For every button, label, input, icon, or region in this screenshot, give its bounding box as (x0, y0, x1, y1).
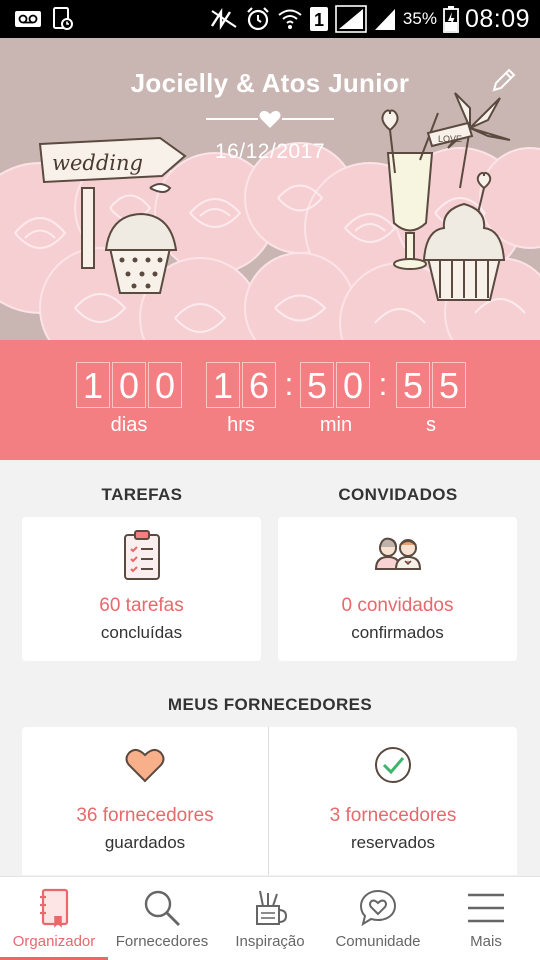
vendors-title: MEUS FORNECEDORES (167, 695, 373, 714)
countdown-days-digit: 1 (76, 362, 110, 408)
clock: 08:09 (464, 4, 530, 33)
countdown-days-label: dias (110, 414, 148, 436)
countdown-separator: : (284, 366, 294, 402)
alarm-icon (245, 6, 271, 32)
countdown-days-digit: 0 (112, 362, 146, 408)
heart-divider (206, 110, 334, 128)
countdown-seconds-digit: 5 (396, 362, 430, 408)
couple-name: Jocielly & Atos Junior (130, 68, 410, 98)
saved-vendors-count: 36 fornecedores (76, 805, 214, 826)
guests-count: 0 convidados (341, 595, 454, 616)
countdown-hours-digit: 1 (206, 362, 240, 408)
nav-mais[interactable]: Mais (432, 877, 540, 960)
saved-vendors[interactable]: 36 fornecedores guardados (22, 727, 268, 875)
signal-icon (335, 5, 367, 33)
tasks-count: 60 tarefas (99, 595, 184, 616)
countdown-minutes-digit: 5 (300, 362, 334, 408)
chat-heart-icon (359, 889, 397, 927)
menu-icon (468, 893, 504, 923)
wifi-icon (277, 7, 303, 31)
status-bar: 1 35% 08:09 (0, 0, 540, 38)
countdown-seconds-digit: 5 (432, 362, 466, 408)
nav-comunidade[interactable]: Comunidade (324, 877, 432, 960)
nav-organizador[interactable]: Organizador (0, 877, 108, 960)
signal-icon-2 (373, 6, 397, 32)
vendors-card: 36 fornecedores guardados 3 fornecedores… (22, 727, 517, 875)
countdown: 1 0 0 dias 1 6 : hrs 5 0 : min 5 5 s (0, 340, 540, 460)
nav-label: Inspiração (235, 933, 305, 950)
notebook-icon (40, 888, 69, 928)
battery-charging-icon (443, 5, 459, 33)
countdown-separator: : (378, 366, 388, 402)
guests-card[interactable]: 0 convidados confirmados (278, 517, 517, 661)
nav-inspiracao[interactable]: Inspiração (216, 877, 324, 960)
heart-icon (125, 749, 165, 783)
wedding-header: wedding LOVE Jocielly & Atos Junior 16/1… (0, 38, 540, 340)
nfc-muted-icon (209, 8, 239, 30)
wedding-date: 16/12/2017 (214, 140, 326, 163)
booked-vendors-count: 3 fornecedores (329, 805, 457, 826)
svg-text:1: 1 (314, 10, 324, 30)
edit-pencil-icon[interactable] (490, 66, 518, 94)
nav-label: Comunidade (335, 933, 421, 950)
search-icon (144, 890, 180, 926)
clipboard-icon (123, 530, 160, 580)
countdown-minutes-digit: 0 (336, 362, 370, 408)
booked-vendors[interactable]: 3 fornecedores reservados (269, 727, 517, 875)
countdown-seconds-label: s (426, 414, 436, 436)
cup-pencils-icon (256, 890, 288, 925)
guests-title: CONVIDADOS (338, 485, 458, 504)
check-circle-icon (375, 747, 411, 783)
countdown-hours-digit: 6 (242, 362, 276, 408)
screenshot-icon (52, 7, 74, 31)
guests-subtitle: confirmados (351, 623, 444, 642)
tasks-title: TAREFAS (101, 485, 183, 504)
bottom-navigation: Organizador Fornecedores Inspiração Comu… (0, 876, 540, 960)
booked-vendors-subtitle: reservados (350, 833, 436, 852)
nav-label: Fornecedores (115, 933, 209, 950)
nav-label: Organizador (12, 933, 96, 950)
sim-slot-icon: 1 (309, 6, 329, 32)
battery-percent: 35% (402, 9, 437, 28)
saved-vendors-subtitle: guardados (104, 833, 186, 852)
countdown-hours-label: hrs (227, 414, 255, 436)
tasks-subtitle: concluídas (100, 623, 183, 642)
nav-label: Mais (470, 933, 502, 950)
voicemail-icon (14, 10, 42, 28)
couple-icon (374, 537, 421, 570)
tasks-card[interactable]: 60 tarefas concluídas (22, 517, 261, 661)
countdown-minutes-label: min (319, 414, 353, 436)
nav-fornecedores[interactable]: Fornecedores (108, 877, 216, 960)
countdown-days-digit: 0 (148, 362, 182, 408)
